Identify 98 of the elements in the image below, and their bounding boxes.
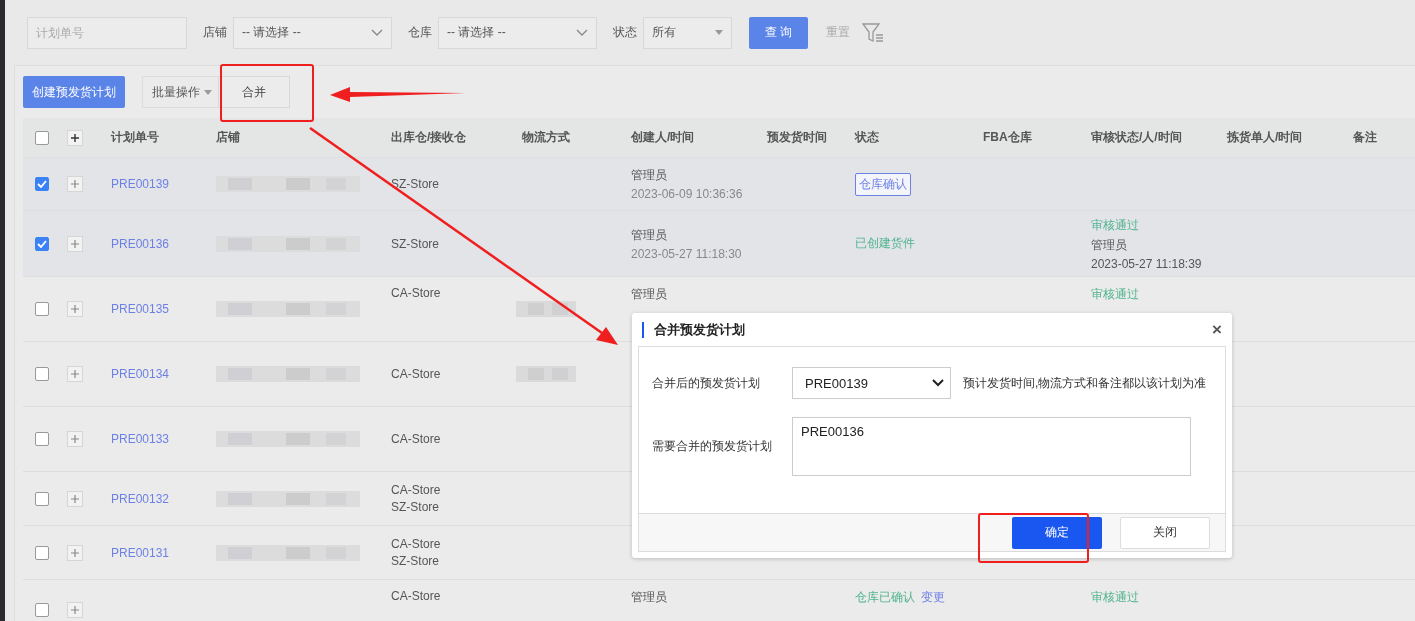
plan-number-field[interactable]: 计划单号	[27, 16, 187, 49]
expand-button[interactable]	[67, 490, 83, 507]
expand-button[interactable]	[67, 431, 83, 447]
checkbox[interactable]	[35, 130, 49, 145]
field-label: 需要合并的预发货计划	[652, 438, 773, 455]
shop-label: 店铺	[203, 24, 227, 41]
warehouse-text: CA-Store	[391, 483, 441, 497]
plus-icon	[71, 180, 79, 188]
expand-all-button[interactable]	[67, 129, 83, 146]
review-status: 审核通过	[1091, 589, 1139, 606]
warehouse-text: SZ-Store	[391, 177, 439, 191]
create-plan-button[interactable]: 创建预发货计划	[23, 76, 125, 108]
column-header: 物流方式	[522, 129, 570, 146]
warehouse-text: CA-Store	[391, 537, 441, 551]
checkbox[interactable]	[35, 432, 49, 446]
field-label: 合并后的预发货计划	[652, 374, 761, 392]
filter-icon[interactable]	[862, 21, 884, 44]
creator-name: 管理员	[631, 167, 667, 184]
column-header: FBA仓库	[983, 129, 1032, 146]
blurred-text	[516, 299, 576, 319]
source-plans-field[interactable]: PRE00136	[792, 417, 1191, 476]
plus-icon	[71, 370, 79, 378]
warehouse-text: CA-Store	[391, 589, 441, 603]
column-header: 店铺	[216, 129, 240, 146]
column-header: 出库仓/接收仓	[391, 129, 467, 146]
plus-icon	[71, 305, 79, 313]
expand-button[interactable]	[67, 301, 83, 317]
created-time: 2023-05-27 11:18:30	[631, 246, 742, 261]
close-button[interactable]: ×	[1202, 319, 1232, 340]
column-header: 备注	[1353, 129, 1377, 146]
status-select[interactable]: 所有	[643, 16, 732, 49]
column-header: 状态	[855, 129, 879, 146]
merge-button[interactable]: 合并	[218, 76, 290, 108]
expand-button[interactable]	[67, 366, 83, 382]
dialog-title: 合并预发货计划	[654, 320, 746, 339]
confirm-button[interactable]: 确定	[1012, 516, 1102, 549]
expand-button[interactable]	[67, 544, 83, 561]
blurred-text	[516, 364, 576, 384]
warehouse-text: SZ-Store	[391, 236, 439, 251]
plan-number-link[interactable]: PRE00132	[111, 491, 170, 506]
warehouse-text: CA-Store	[391, 286, 441, 300]
batch-actions-button[interactable]: 批量操作	[142, 76, 218, 108]
warehouse-text: CA-Store	[391, 432, 441, 446]
status-label: 状态	[613, 24, 637, 41]
shop-select[interactable]: -- 请选择 --	[233, 16, 392, 49]
expand-button[interactable]	[67, 176, 83, 192]
created-time: 2023-06-09 10:36:36	[631, 187, 743, 201]
checkbox[interactable]	[35, 236, 49, 251]
caret-icon	[715, 30, 723, 35]
status-text: 已创建货件	[855, 235, 915, 252]
plan-number-link[interactable]: PRE00136	[111, 236, 170, 251]
creator-name: 管理员	[631, 286, 667, 303]
chevron-icon	[576, 28, 588, 37]
plan-number-link[interactable]: PRE00139	[111, 177, 170, 191]
caret-icon	[204, 89, 212, 95]
warehouse-text: SZ-Store	[391, 500, 439, 514]
plan-number-link[interactable]: PRE00135	[111, 302, 170, 316]
warehouse-select[interactable]: -- 请选择 --	[438, 16, 597, 49]
checkbox[interactable]	[35, 491, 49, 506]
plus-icon	[71, 435, 79, 443]
plus-icon	[71, 239, 79, 248]
plan-number-link[interactable]: PRE00131	[111, 545, 170, 560]
checkbox[interactable]	[35, 302, 49, 316]
hint-text: 预计发货时间,物流方式和备注都以该计划为准	[963, 374, 1207, 392]
review-time: 2023-05-27 11:18:39	[1091, 256, 1202, 271]
checkbox[interactable]	[35, 545, 49, 560]
review-status: 审核通过	[1091, 216, 1139, 234]
plus-icon	[71, 548, 79, 557]
plan-number-link[interactable]: PRE00134	[111, 367, 170, 381]
checkbox[interactable]	[35, 367, 49, 381]
status-tag[interactable]: 仓库确认	[855, 172, 911, 196]
warehouse-text: CA-Store	[391, 367, 441, 381]
reviewer-name: 管理员	[1091, 236, 1127, 254]
review-status: 审核通过	[1091, 286, 1139, 303]
column-header: 预发货时间	[767, 129, 827, 146]
chevron-icon	[371, 28, 383, 37]
target-plan-select[interactable]: PRE00139	[792, 367, 951, 399]
query-button[interactable]: 查 询	[749, 16, 808, 49]
status-text: 仓库已确认	[855, 589, 915, 606]
plus-icon	[71, 133, 79, 142]
column-header: 计划单号	[111, 129, 159, 146]
plus-icon	[71, 605, 79, 614]
column-header: 拣货单人/时间	[1227, 129, 1303, 146]
change-link[interactable]: 变更	[921, 589, 945, 606]
column-header: 审核状态/人/时间	[1091, 129, 1182, 146]
plan-number-link[interactable]: PRE00133	[111, 432, 170, 446]
creator-name: 管理员	[631, 226, 667, 244]
expand-button[interactable]	[67, 235, 83, 252]
checkbox[interactable]	[35, 602, 49, 617]
warehouse-text: SZ-Store	[391, 554, 439, 568]
plus-icon	[71, 494, 79, 503]
chevron-icon	[932, 379, 944, 387]
checkbox[interactable]	[35, 177, 49, 191]
warehouse-label: 仓库	[408, 24, 432, 41]
close-dialog-button[interactable]: 关闭	[1120, 516, 1210, 549]
column-header: 创建人/时间	[631, 129, 695, 146]
creator-name: 管理员	[631, 589, 667, 606]
expand-button[interactable]	[67, 601, 83, 618]
